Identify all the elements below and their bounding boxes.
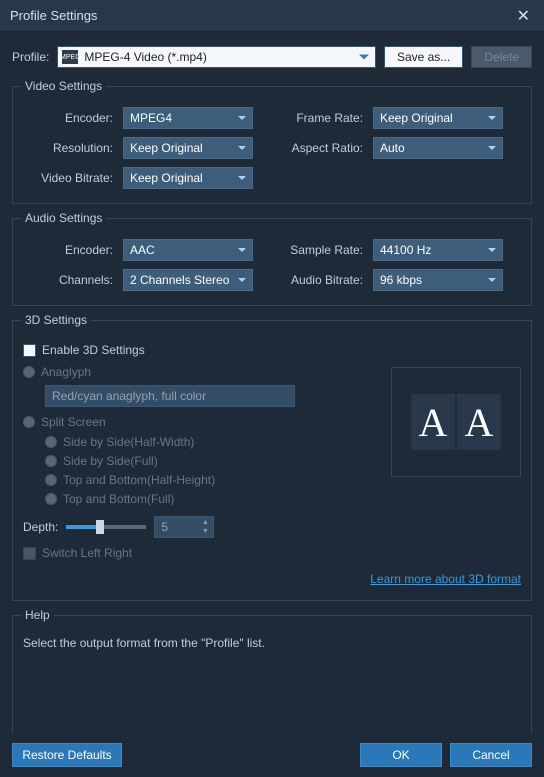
profile-label: Profile: (12, 50, 49, 64)
anaglyph-radio (23, 366, 35, 378)
depth-slider[interactable] (66, 525, 146, 529)
splitscreen-label: Split Screen (41, 415, 106, 429)
preview-right-a: A (457, 394, 501, 450)
spin-up-icon[interactable]: ▲ (198, 518, 212, 527)
splitscreen-row: Split Screen (23, 415, 375, 429)
footer: Restore Defaults OK Cancel (0, 733, 544, 777)
slider-thumb[interactable] (96, 520, 104, 534)
aspectratio-select[interactable]: Auto (373, 137, 503, 159)
chevron-down-icon (238, 248, 246, 252)
enable-3d-label: Enable 3D Settings (42, 343, 145, 357)
channels-label: Channels: (23, 273, 113, 287)
3d-legend: 3D Settings (21, 313, 91, 327)
cancel-button[interactable]: Cancel (450, 743, 532, 767)
depth-label: Depth: (23, 520, 58, 534)
close-icon[interactable]: ✕ (513, 4, 534, 28)
help-text: Select the output format from the "Profi… (23, 636, 521, 650)
audio-bitrate-label: Audio Bitrate: (263, 273, 363, 287)
resolution-label: Resolution: (23, 141, 113, 155)
tab-half-radio (45, 474, 57, 486)
profile-select[interactable]: MPEG MPEG-4 Video (*.mp4) (57, 46, 376, 68)
tab-full-radio (45, 493, 57, 505)
resolution-select[interactable]: Keep Original (123, 137, 253, 159)
preview-left-a: A (411, 394, 455, 450)
3d-preview: A A (391, 367, 521, 477)
aspectratio-label: Aspect Ratio: (263, 141, 363, 155)
video-settings-group: Video Settings Encoder: MPEG4 Frame Rate… (12, 86, 532, 204)
splitscreen-radio (23, 416, 35, 428)
chevron-down-icon (488, 278, 496, 282)
learn-more-link[interactable]: Learn more about 3D format (370, 572, 521, 586)
audio-bitrate-select[interactable]: 96 kbps (373, 269, 503, 291)
chevron-down-icon (359, 55, 369, 60)
ok-button[interactable]: OK (360, 743, 442, 767)
window-title: Profile Settings (10, 8, 97, 23)
tab-full-row: Top and Bottom(Full) (45, 492, 375, 506)
chevron-down-icon (238, 146, 246, 150)
chevron-down-icon (238, 278, 246, 282)
video-bitrate-label: Video Bitrate: (23, 171, 113, 185)
titlebar: Profile Settings ✕ (0, 0, 544, 32)
restore-defaults-button[interactable]: Restore Defaults (12, 743, 122, 767)
video-encoder-label: Encoder: (23, 111, 113, 125)
mpeg-icon: MPEG (62, 50, 78, 64)
anaglyph-mode-select: Red/cyan anaglyph, full color (45, 385, 295, 407)
samplerate-select[interactable]: 44100 Hz (373, 239, 503, 261)
samplerate-label: Sample Rate: (263, 243, 363, 257)
delete-button: Delete (471, 46, 532, 68)
sbs-half-row: Side by Side(Half-Width) (45, 435, 375, 449)
video-encoder-select[interactable]: MPEG4 (123, 107, 253, 129)
sbs-full-row: Side by Side(Full) (45, 454, 375, 468)
framerate-select[interactable]: Keep Original (373, 107, 503, 129)
video-legend: Video Settings (21, 79, 106, 93)
chevron-down-icon (238, 176, 246, 180)
3d-settings-group: 3D Settings Enable 3D Settings Anaglyph … (12, 320, 532, 601)
audio-settings-group: Audio Settings Encoder: AAC Sample Rate:… (12, 218, 532, 306)
chevron-down-icon (488, 248, 496, 252)
sbs-half-radio (45, 436, 57, 448)
chevron-down-icon (238, 116, 246, 120)
depth-spinner[interactable]: 5 ▲▼ (154, 516, 214, 538)
chevron-down-icon (488, 146, 496, 150)
audio-legend: Audio Settings (21, 211, 106, 225)
switch-lr-label: Switch Left Right (42, 546, 132, 560)
chevron-down-icon (488, 116, 496, 120)
anaglyph-row: Anaglyph (23, 365, 375, 379)
spin-down-icon[interactable]: ▼ (198, 527, 212, 536)
framerate-label: Frame Rate: (263, 111, 363, 125)
channels-select[interactable]: 2 Channels Stereo (123, 269, 253, 291)
help-legend: Help (21, 608, 54, 622)
anaglyph-label: Anaglyph (41, 365, 91, 379)
tab-half-row: Top and Bottom(Half-Height) (45, 473, 375, 487)
help-group: Help Select the output format from the "… (12, 615, 532, 735)
profile-value: MPEG-4 Video (*.mp4) (84, 50, 207, 64)
audio-encoder-label: Encoder: (23, 243, 113, 257)
enable-3d-checkbox[interactable] (23, 344, 36, 357)
depth-row: Depth: 5 ▲▼ (23, 516, 375, 538)
profile-row: Profile: MPEG MPEG-4 Video (*.mp4) Save … (0, 32, 544, 86)
audio-encoder-select[interactable]: AAC (123, 239, 253, 261)
switch-lr-checkbox (23, 547, 36, 560)
video-bitrate-select[interactable]: Keep Original (123, 167, 253, 189)
switch-lr-row: Switch Left Right (23, 546, 375, 560)
sbs-full-radio (45, 455, 57, 467)
enable-3d-row[interactable]: Enable 3D Settings (23, 343, 521, 357)
save-as-button[interactable]: Save as... (384, 46, 463, 68)
